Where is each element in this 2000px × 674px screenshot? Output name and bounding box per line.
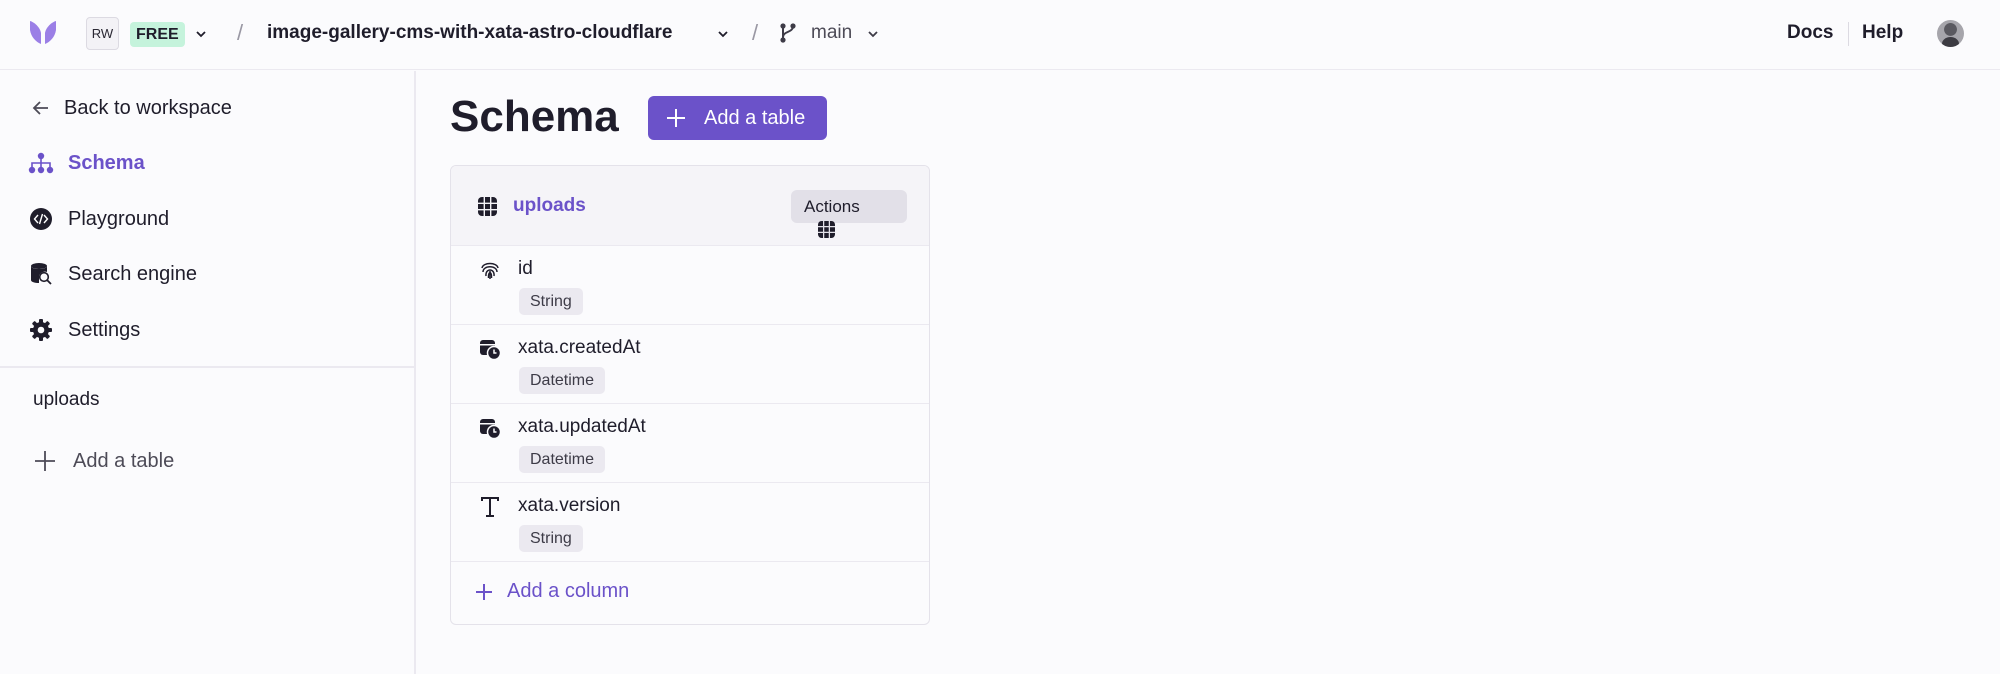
gear-icon [28,317,54,343]
fingerprint-icon [481,262,499,279]
sidebar-table-uploads[interactable]: uploads [33,389,100,411]
column-row[interactable]: xata.createdAt Datetime [451,325,929,404]
workspace-badge[interactable]: RW [86,17,119,50]
user-avatar[interactable] [1937,20,1964,47]
column-name: id [518,258,533,279]
database-name[interactable]: image-gallery-cms-with-xata-astro-cloudf… [267,22,672,44]
xata-logo-icon[interactable] [28,18,58,48]
plus-icon [666,108,686,128]
plan-badge: FREE [130,22,185,47]
workspace-chevron-down-icon[interactable] [196,29,206,39]
table-name-link[interactable]: uploads [513,195,586,217]
add-column-button[interactable]: Add a column [475,580,629,603]
back-to-workspace-link[interactable]: Back to workspace [28,95,232,121]
column-name: xata.version [518,495,621,516]
docs-link[interactable]: Docs [1787,22,1833,44]
arrow-left-icon [28,95,54,121]
back-to-workspace-label: Back to workspace [64,96,232,119]
calendar-clock-icon [480,340,501,360]
text-icon [481,497,499,517]
branch-name[interactable]: main [811,22,852,44]
sidebar-add-table-button[interactable]: Add a table [33,449,174,473]
add-table-button-label: Add a table [704,106,806,129]
add-table-button[interactable]: Add a table [648,96,827,140]
actions-label: Actions [804,196,860,216]
column-type-badge: String [519,288,583,315]
sidebar: Back to workspace Schema Playground Sear… [0,71,416,674]
sidebar-item-label: Settings [68,318,141,341]
table-card-header: uploads Actions [451,166,929,246]
table-grid-icon [478,197,497,216]
column-row[interactable]: xata.version String [451,483,929,562]
breadcrumb-separator: / [237,20,244,45]
sidebar-item-schema[interactable]: Schema [28,150,145,176]
database-chevron-down-icon[interactable] [718,29,728,39]
top-bar: RW FREE / image-gallery-cms-with-xata-as… [0,0,2000,70]
calendar-clock-icon [480,419,501,439]
column-name: xata.createdAt [518,337,641,358]
code-icon [28,206,54,232]
plus-icon [33,449,57,473]
column-row[interactable]: xata.updatedAt Datetime [451,404,929,483]
add-table-label: Add a table [73,449,175,472]
sidebar-item-label: Schema [68,151,145,174]
help-link[interactable]: Help [1862,22,1903,44]
table-grid-icon [818,221,835,238]
plus-icon [475,583,493,601]
column-row[interactable]: id String [451,246,929,325]
sidebar-item-settings[interactable]: Settings [28,317,140,343]
nav-divider [1848,22,1849,46]
column-type-badge: Datetime [519,446,606,473]
column-type-badge: String [519,525,583,552]
breadcrumb-separator: / [752,20,759,45]
branch-chevron-down-icon[interactable] [868,29,878,39]
sitemap-icon [28,150,54,176]
git-branch-icon [780,23,796,43]
page-title: Schema [450,92,619,141]
sidebar-item-label: Playground [68,207,170,230]
sidebar-divider [0,366,414,368]
column-type-badge: Datetime [519,367,606,394]
add-column-label: Add a column [507,580,630,602]
sidebar-item-label: Search engine [68,262,197,285]
database-search-icon [28,261,54,287]
sidebar-item-search-engine[interactable]: Search engine [28,261,197,287]
sidebar-item-playground[interactable]: Playground [28,206,169,232]
table-schema-card: uploads Actions id String xata.createdAt… [450,165,930,625]
table-actions-button[interactable]: Actions [791,190,907,238]
column-name: xata.updatedAt [518,416,646,437]
